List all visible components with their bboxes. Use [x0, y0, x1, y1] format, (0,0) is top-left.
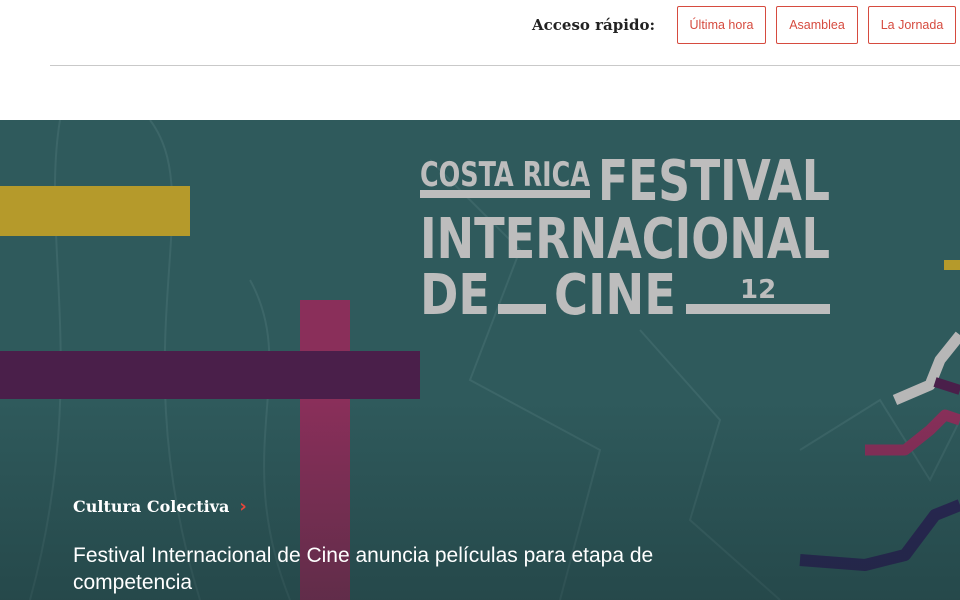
poster-festival: FESTIVAL — [598, 149, 830, 214]
poster-costa-rica: COSTA RICA — [420, 155, 591, 195]
poster-de: DE — [420, 263, 490, 328]
yellow-bar — [0, 186, 190, 236]
quick-access-ultima-hora-button[interactable]: Última hora — [677, 6, 766, 44]
poster-title: COSTA RICA FESTIVAL INTERNACIONAL DE CIN… — [420, 149, 830, 328]
small-yellow-mark — [944, 260, 960, 270]
poster-underline — [420, 190, 590, 198]
purple-squiggle — [933, 377, 960, 395]
category-link[interactable]: Cultura Colectiva › — [73, 497, 247, 517]
top-bar: Acceso rápido: Última hora Asamblea La J… — [0, 0, 960, 66]
header-divider — [50, 65, 960, 66]
article-headline[interactable]: Festival Internacional de Cine anuncia p… — [73, 542, 733, 596]
poster-dash-1 — [498, 304, 546, 314]
chevron-right-icon: › — [239, 496, 247, 517]
hero-article[interactable]: COSTA RICA FESTIVAL INTERNACIONAL DE CIN… — [0, 120, 960, 600]
poster-dash-2 — [686, 304, 830, 314]
quick-access-label: Acceso rápido: — [532, 16, 655, 34]
poster-cine: CINE — [554, 263, 676, 328]
quick-access-asamblea-button[interactable]: Asamblea — [776, 6, 858, 44]
category-label: Cultura Colectiva — [73, 497, 230, 516]
purple-bar — [0, 351, 420, 399]
poster-edition: 12 — [740, 275, 776, 305]
quick-access-la-jornada-button[interactable]: La Jornada — [868, 6, 956, 44]
